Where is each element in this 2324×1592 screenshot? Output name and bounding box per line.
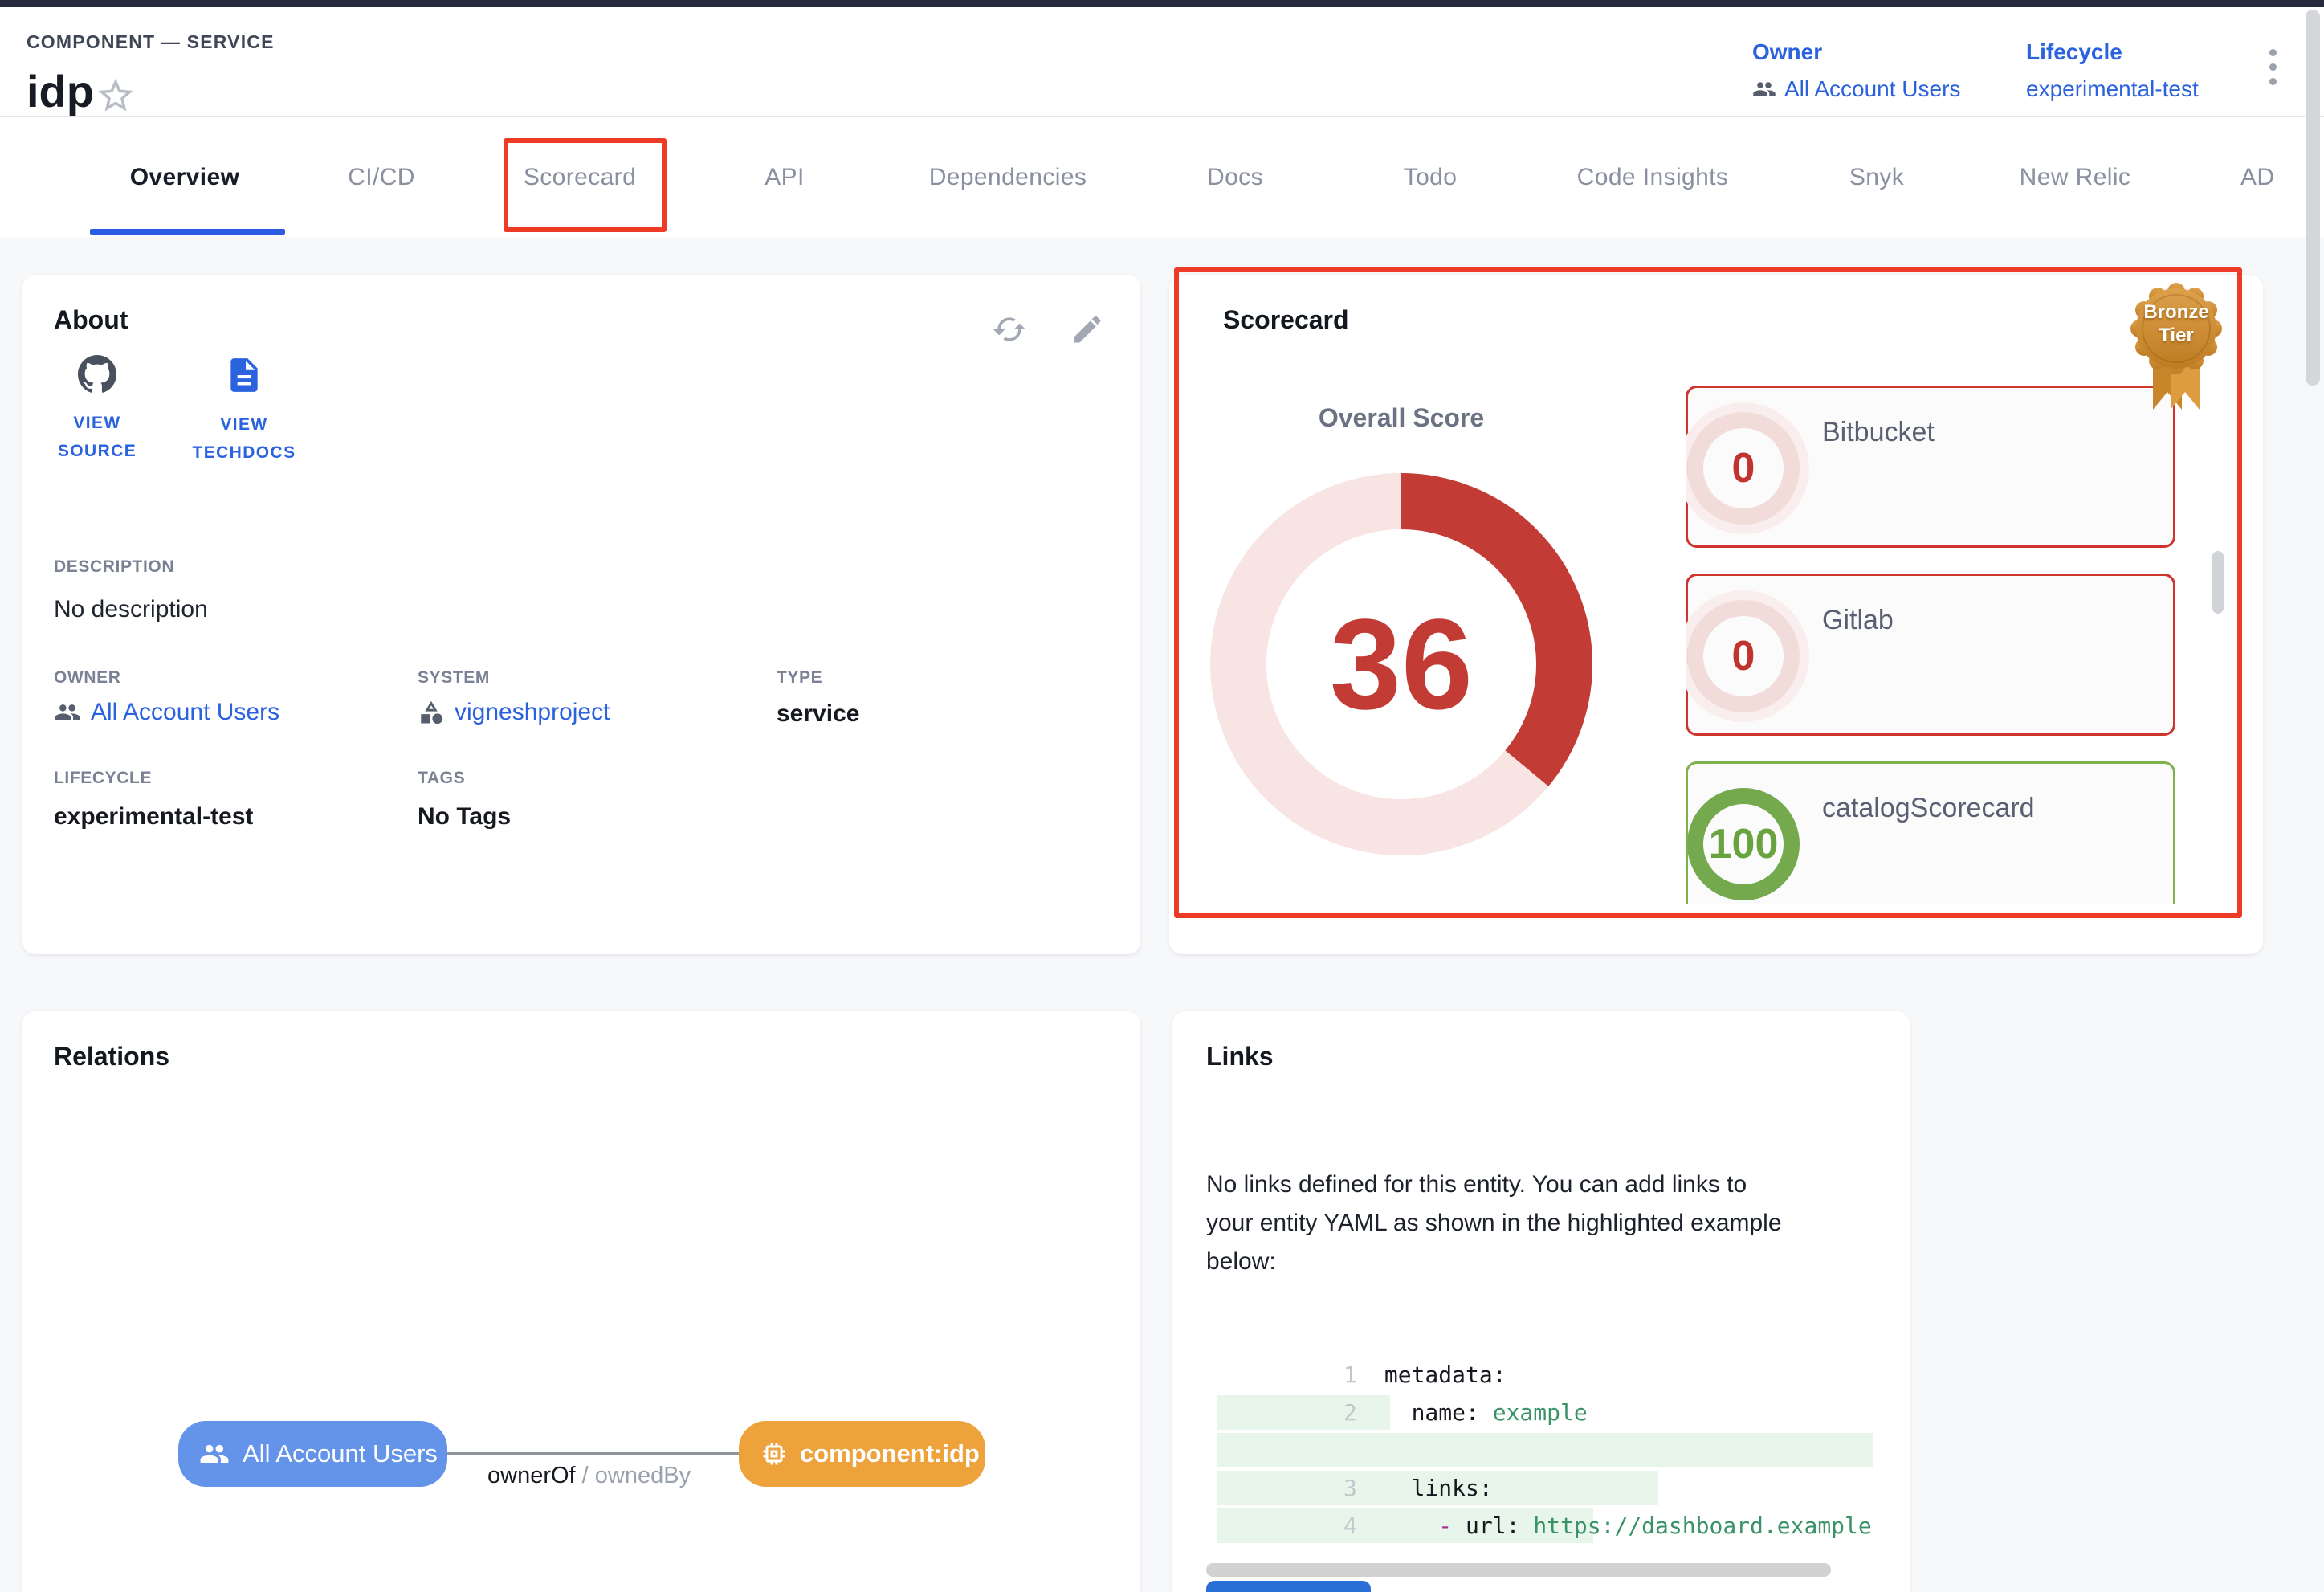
score-ring: 0 — [1687, 600, 1800, 712]
owner-value[interactable]: All Account Users — [1752, 76, 1960, 102]
description-label: DESCRIPTION — [54, 557, 174, 577]
header-lifecycle: Lifecycle experimental-test — [2026, 39, 2199, 102]
view-techdocs-link[interactable]: VIEW TECHDOCS — [188, 355, 300, 467]
bronze-tier-label: Bronze Tier — [2129, 300, 2224, 347]
yaml-code-block: 1metadata: 2 name: example 3 links: 4 - … — [1217, 1318, 1873, 1551]
check-name: Gitlab — [1822, 605, 1894, 636]
chip-icon — [760, 1439, 789, 1468]
tab-docs[interactable]: Docs — [1207, 117, 1263, 237]
score-ring: 0 — [1687, 412, 1800, 525]
check-item-bitbucket[interactable]: 0 Bitbucket — [1686, 386, 2175, 548]
github-icon — [78, 355, 116, 394]
techdocs-icon — [224, 355, 264, 395]
check-name: catalogScorecard — [1822, 793, 2035, 824]
tab-overview[interactable]: Overview — [130, 117, 240, 237]
links-empty-text: No links defined for this entity. You ca… — [1206, 1165, 1782, 1281]
relation-node-label: All Account Users — [243, 1439, 438, 1468]
lifecycle-field-label: LIFECYCLE — [54, 769, 152, 788]
page-scrollbar-thumb[interactable] — [2306, 10, 2320, 386]
code-highlight — [1217, 1433, 1873, 1467]
code-horizontal-scrollbar-thumb[interactable] — [1206, 1563, 1831, 1577]
tags-field-label: TAGS — [418, 769, 465, 788]
view-source-label: VIEW SOURCE — [41, 409, 153, 465]
bronze-tier-badge: Bronze Tier — [2129, 281, 2224, 418]
relation-edge-label: ownerOf / ownedBy — [487, 1463, 691, 1489]
relation-node-component[interactable]: component:idp — [739, 1421, 985, 1487]
owner-label: Owner — [1752, 39, 1960, 65]
tab-scorecard[interactable]: Scorecard — [524, 117, 636, 237]
favorite-star-icon[interactable] — [95, 75, 137, 116]
system-field-value[interactable]: vigneshproject — [418, 699, 610, 726]
check-item-gitlab[interactable]: 0 Gitlab — [1686, 574, 2175, 736]
relation-node-label: component:idp — [800, 1439, 980, 1468]
group-icon — [54, 699, 81, 726]
code-highlight — [1217, 1395, 1390, 1430]
tab-snyk[interactable]: Snyk — [1849, 117, 1904, 237]
view-source-link[interactable]: VIEW SOURCE — [41, 355, 153, 465]
code-line-highlighted: 5 title: My Dashboard — [1217, 1469, 1873, 1507]
lifecycle-field-value: experimental-test — [54, 803, 253, 831]
tab-bar: Overview CI/CD Scorecard API Dependencie… — [0, 117, 2324, 237]
view-techdocs-label: VIEW TECHDOCS — [188, 410, 300, 467]
tags-field-value: No Tags — [418, 803, 511, 831]
about-card: About VIEW SOURCE VIEW TECHDOCS DESCRIPT… — [22, 275, 1140, 954]
type-field-value: service — [777, 700, 859, 728]
active-tab-indicator — [90, 229, 285, 235]
group-icon — [1752, 77, 1776, 101]
breadcrumb: COMPONENT — SERVICE — [27, 31, 275, 53]
owner-field-label: OWNER — [54, 668, 121, 688]
component-page: COMPONENT — SERVICE idp Owner All Accoun… — [0, 0, 2324, 1592]
lifecycle-label: Lifecycle — [2026, 39, 2199, 65]
checks-scrollbar-thumb[interactable] — [2212, 551, 2224, 614]
system-icon — [418, 699, 445, 726]
edit-icon[interactable] — [1070, 312, 1105, 347]
owner-link[interactable]: All Account Users — [1784, 76, 1960, 102]
owner-field-value[interactable]: All Account Users — [54, 699, 279, 726]
code-line-highlighted: 4 - url: https://dashboard.example.co — [1217, 1431, 1873, 1469]
entity-header: COMPONENT — SERVICE idp Owner All Accoun… — [0, 7, 2324, 117]
more-options-button[interactable] — [2269, 49, 2277, 85]
system-field-label: SYSTEM — [418, 668, 490, 688]
tab-code-insights[interactable]: Code Insights — [1577, 117, 1729, 237]
scorecard-card: Scorecard Overall Score 36 0 Bitbucket 0… — [1169, 275, 2263, 954]
tab-todo[interactable]: Todo — [1404, 117, 1458, 237]
refresh-icon[interactable] — [992, 312, 1027, 347]
type-field-label: TYPE — [777, 668, 822, 688]
relation-edge-line — [447, 1452, 739, 1455]
overall-score-donut: 36 — [1209, 471, 1594, 857]
scorecard-checks-list: 0 Bitbucket 0 Gitlab 100 catalogScorecar… — [1686, 386, 2183, 904]
score-ring: 100 — [1687, 788, 1800, 900]
code-line: 1metadata: — [1217, 1318, 1873, 1356]
lifecycle-value: experimental-test — [2026, 76, 2199, 102]
links-title: Links — [1206, 1042, 1274, 1072]
relations-card: Relations All Account Users component:id… — [22, 1011, 1140, 1592]
group-icon — [199, 1439, 230, 1469]
tab-cicd[interactable]: CI/CD — [348, 117, 415, 237]
check-item-catalogscorecard[interactable]: 100 catalogScorecard — [1686, 761, 2175, 904]
tab-ad-truncated[interactable]: AD — [2240, 117, 2277, 237]
links-card: Links No links defined for this entity. … — [1172, 1011, 1910, 1592]
about-title: About — [54, 305, 128, 335]
links-action-button-partial[interactable] — [1206, 1581, 1371, 1592]
tab-new-relic[interactable]: New Relic — [2020, 117, 2131, 237]
top-bar — [0, 0, 2324, 7]
overall-score-label: Overall Score — [1209, 403, 1594, 433]
overall-score-value: 36 — [1209, 471, 1594, 857]
page-title: idp — [27, 65, 94, 117]
tab-dependencies[interactable]: Dependencies — [929, 117, 1087, 237]
description-value: No description — [54, 596, 208, 623]
relation-node-group[interactable]: All Account Users — [178, 1421, 447, 1487]
code-line: 2 name: example — [1217, 1356, 1873, 1394]
relations-title: Relations — [54, 1042, 169, 1072]
scorecard-title: Scorecard — [1223, 305, 1349, 335]
header-owner: Owner All Account Users — [1752, 39, 1960, 102]
check-name: Bitbucket — [1822, 417, 1935, 448]
tab-api[interactable]: API — [764, 117, 805, 237]
